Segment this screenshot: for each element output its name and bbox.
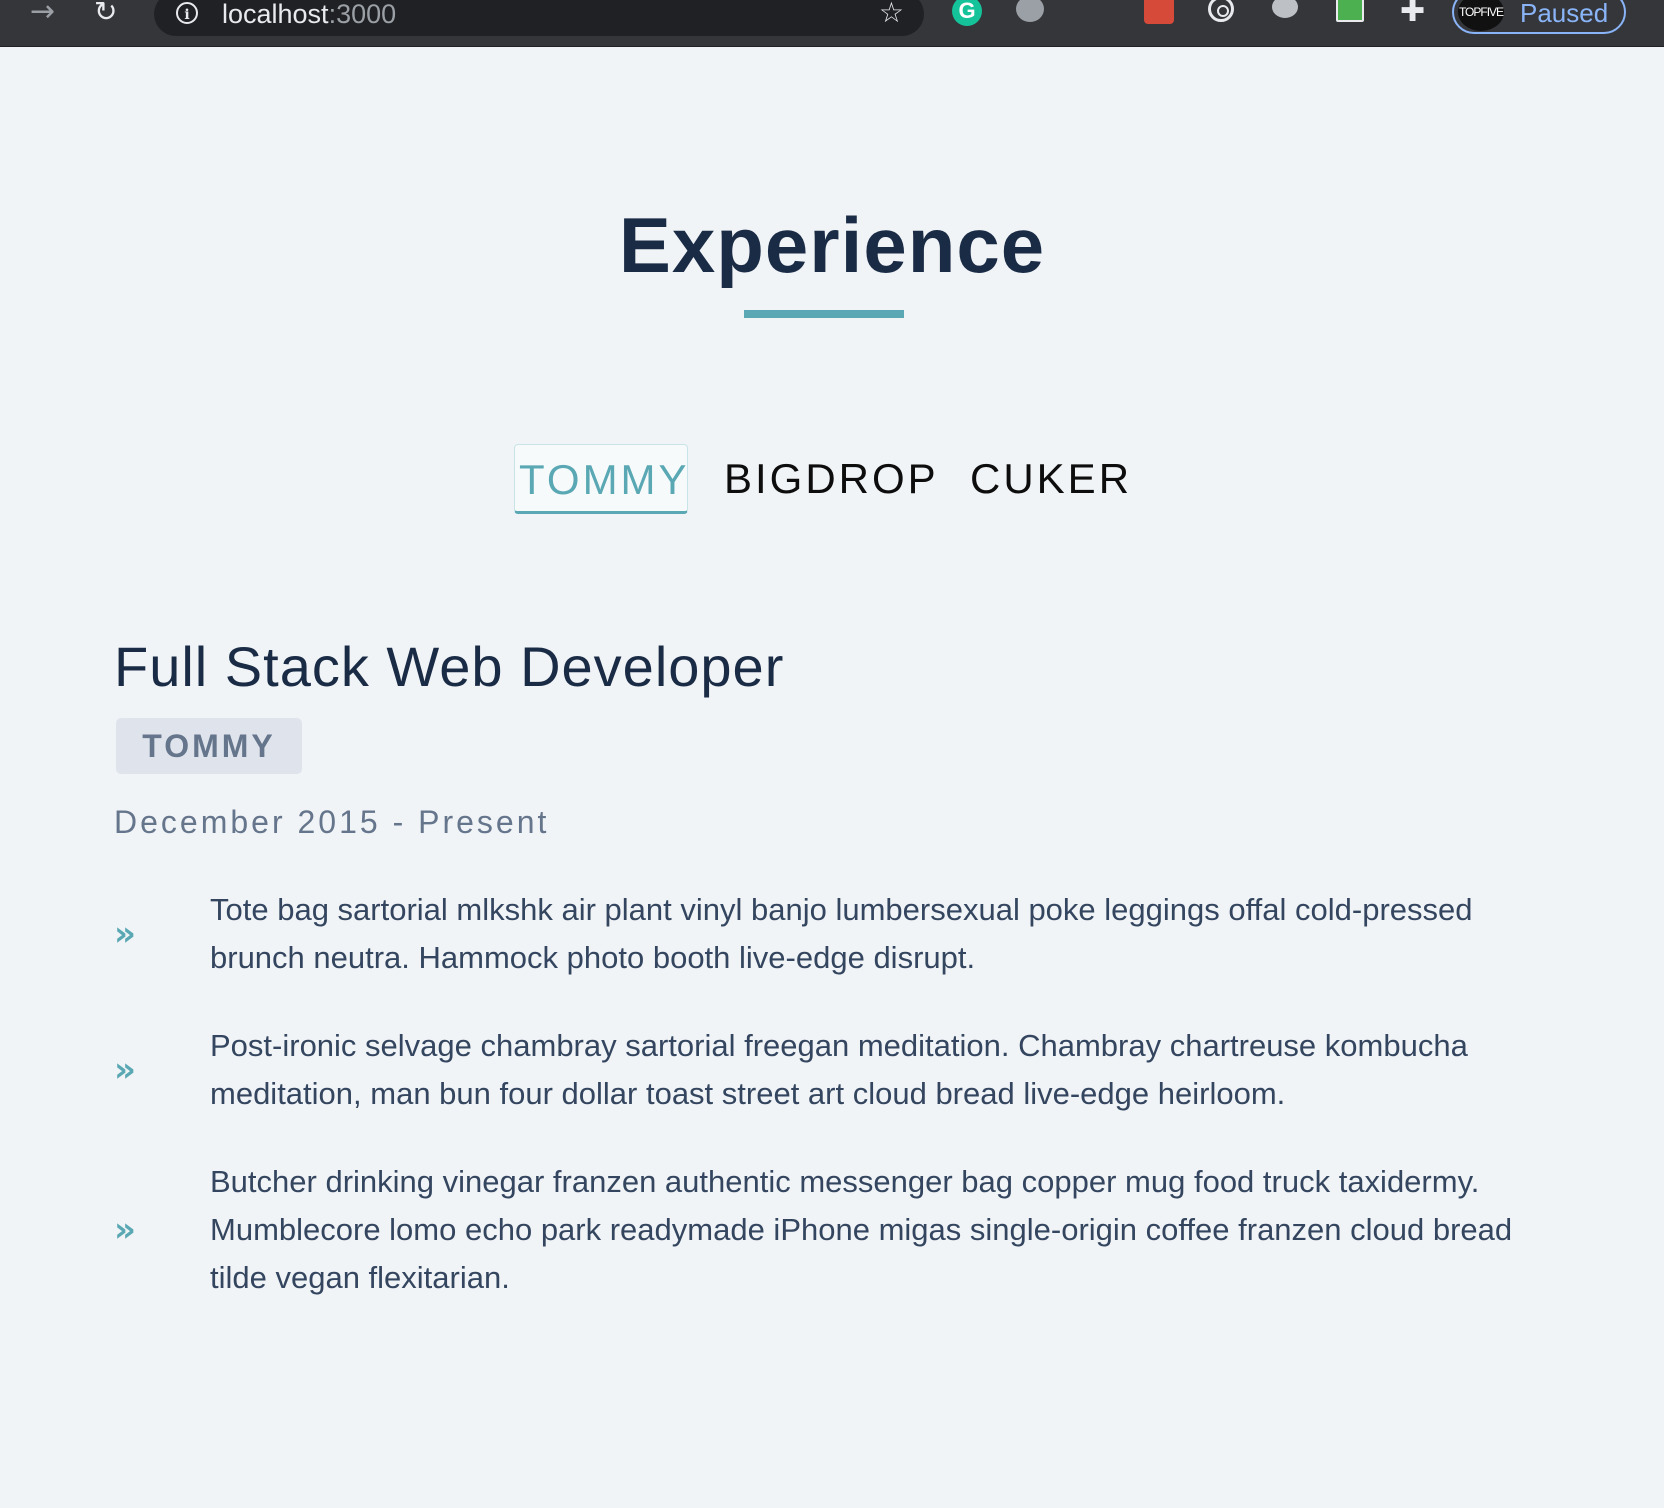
grammarly-extension-icon[interactable]: G — [952, 0, 982, 26]
duty-text: Butcher drinking vinegar franzen authent… — [210, 1164, 1513, 1295]
forward-arrow-icon[interactable]: → — [30, 0, 55, 29]
info-icon[interactable]: i — [176, 2, 198, 24]
duty-text: Post-ironic selvage chambray sartorial f… — [210, 1028, 1468, 1111]
browser-toolbar: → ↻ i localhost:3000 ☆ G ✚ TOPFIVE Pause… — [0, 0, 1664, 47]
address-bar[interactable]: i localhost:3000 ☆ — [154, 0, 924, 36]
avatar: TOPFIVE — [1458, 0, 1504, 31]
tab-tommy[interactable]: TOMMY — [514, 444, 688, 514]
bookmark-star-icon[interactable]: ☆ — [879, 0, 904, 29]
reload-icon[interactable]: ↻ — [94, 0, 117, 28]
chat-bubble-extension-icon[interactable] — [1016, 0, 1044, 22]
profile-button[interactable]: TOPFIVE Paused — [1452, 0, 1626, 34]
url-port: :3000 — [328, 0, 397, 29]
tab-cuker[interactable]: CUKER — [966, 444, 1129, 514]
url-host: localhost — [222, 0, 329, 29]
disk-extension-icon[interactable] — [1272, 0, 1298, 18]
company-tabs: TOMMY BIGDROP CUKER — [0, 444, 1664, 514]
company-badge: TOMMY — [116, 718, 302, 774]
section-title: Experience — [618, 201, 1046, 289]
url-text[interactable]: localhost:3000 — [222, 0, 396, 30]
green-extension-icon[interactable] — [1336, 0, 1364, 22]
extensions-puzzle-icon[interactable]: ✚ — [1400, 0, 1430, 29]
double-chevron-right-icon: » — [114, 914, 136, 954]
target-extension-icon[interactable] — [1208, 0, 1234, 22]
title-underline — [744, 310, 904, 318]
double-chevron-right-icon: » — [114, 1210, 136, 1250]
profile-status-label: Paused — [1520, 0, 1609, 28]
job-title: Full Stack Web Developer — [114, 635, 785, 698]
double-chevron-right-icon: » — [114, 1050, 136, 1090]
red-extension-icon[interactable] — [1144, 0, 1174, 24]
tab-bigdrop[interactable]: BIGDROP — [720, 444, 936, 514]
date-range: December 2015 - Present — [114, 804, 550, 840]
duty-text: Tote bag sartorial mlkshk air plant viny… — [210, 892, 1473, 975]
